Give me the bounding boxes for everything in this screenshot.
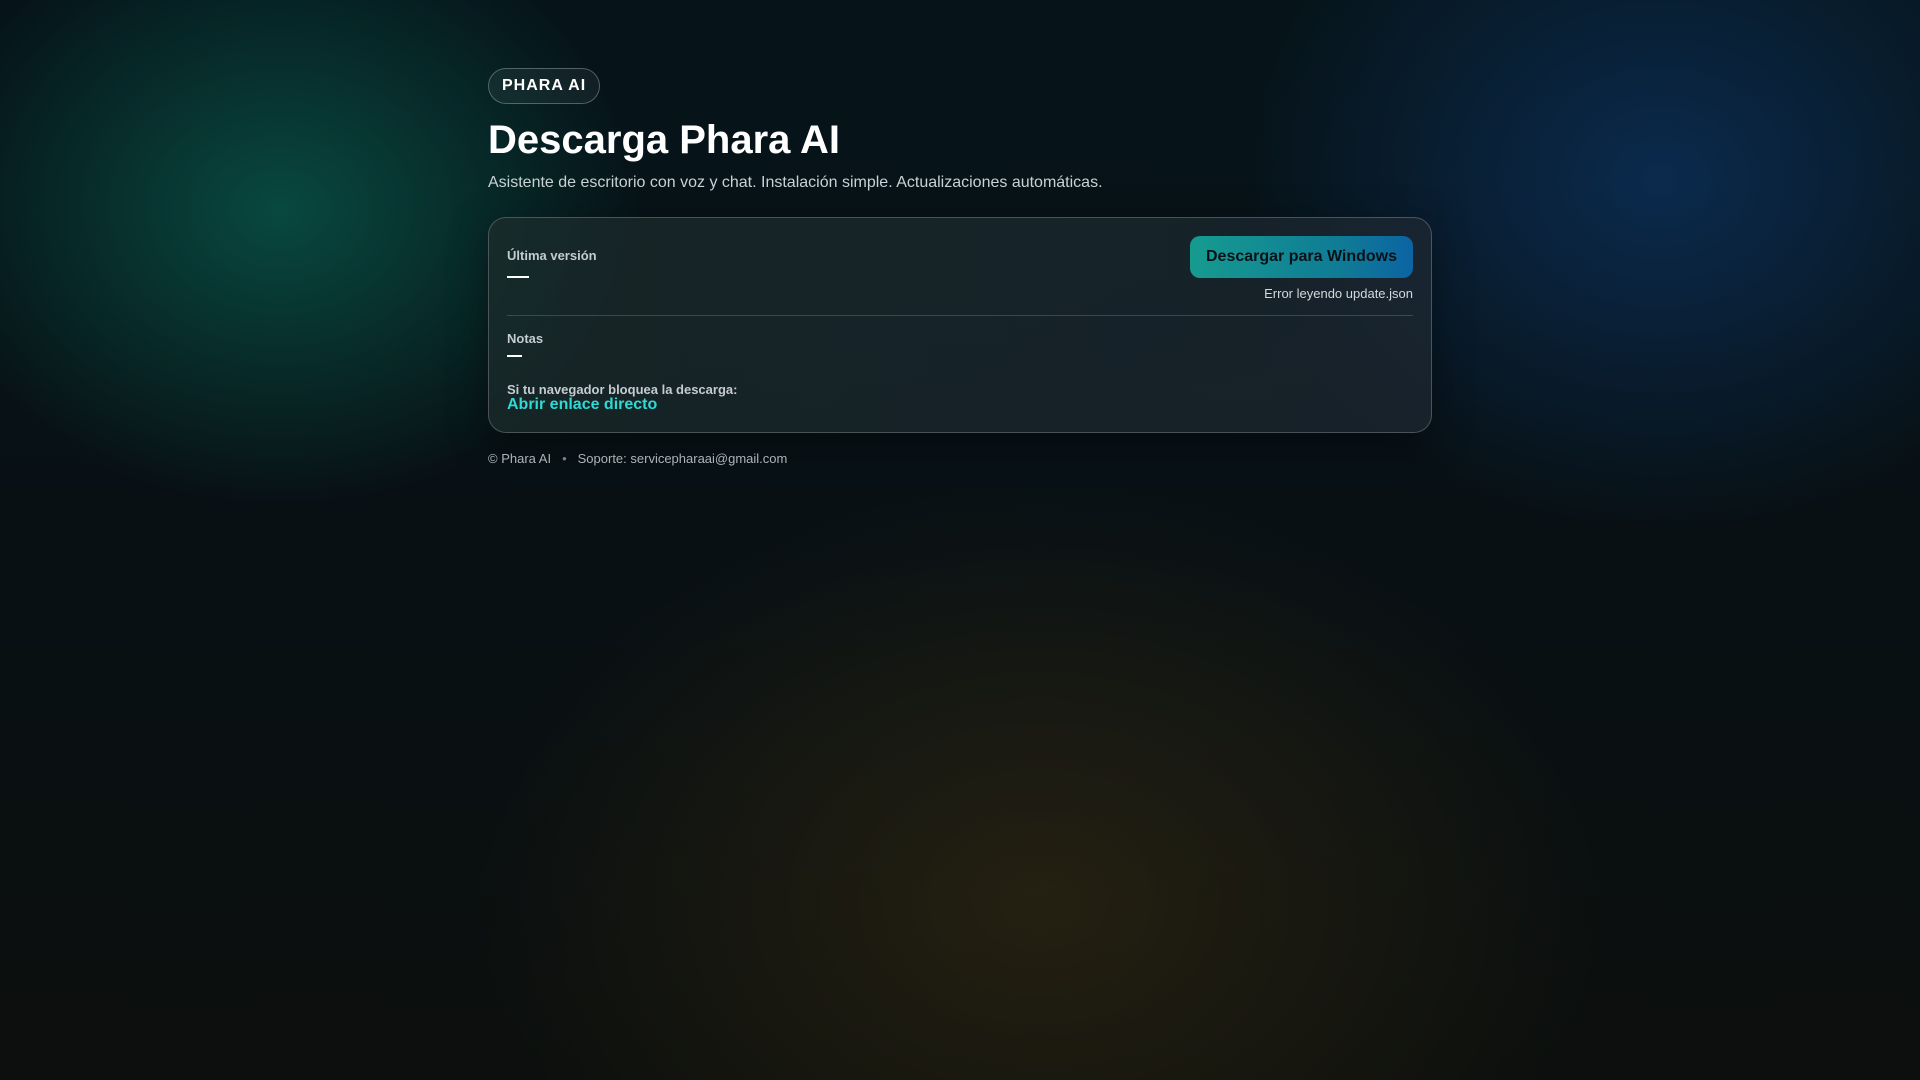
download-card: Última versión Descargar para Windows Er… bbox=[488, 217, 1432, 433]
footer-support-email[interactable]: Soporte: servicepharaai@gmail.com bbox=[578, 451, 788, 466]
page-title: Descarga Phara AI bbox=[488, 118, 841, 162]
browser-blocked-label: Si tu navegador bloquea la descarga: bbox=[507, 382, 738, 397]
footer-copyright: © Phara AI bbox=[488, 451, 552, 466]
notes-placeholder-dash bbox=[507, 355, 522, 357]
footer-separator: • bbox=[562, 451, 567, 466]
page-subtitle: Asistente de escritorio con voz y chat. … bbox=[488, 174, 1103, 191]
notes-label: Notas bbox=[507, 331, 544, 346]
latest-version-label: Última versión bbox=[507, 248, 597, 263]
card-divider bbox=[507, 315, 1413, 316]
direct-download-link[interactable]: Abrir enlace directo bbox=[507, 396, 657, 414]
download-page: PHARA AI Descarga Phara AI Asistente de … bbox=[488, 68, 1432, 466]
latest-version-placeholder-dash bbox=[507, 276, 529, 278]
update-status-text: Error leyendo update.json bbox=[1264, 286, 1413, 301]
download-windows-button[interactable]: Descargar para Windows bbox=[1190, 236, 1413, 278]
footer: © Phara AI • Soporte: servicepharaai@gma… bbox=[488, 451, 1432, 466]
brand-pill: PHARA AI bbox=[488, 68, 601, 104]
